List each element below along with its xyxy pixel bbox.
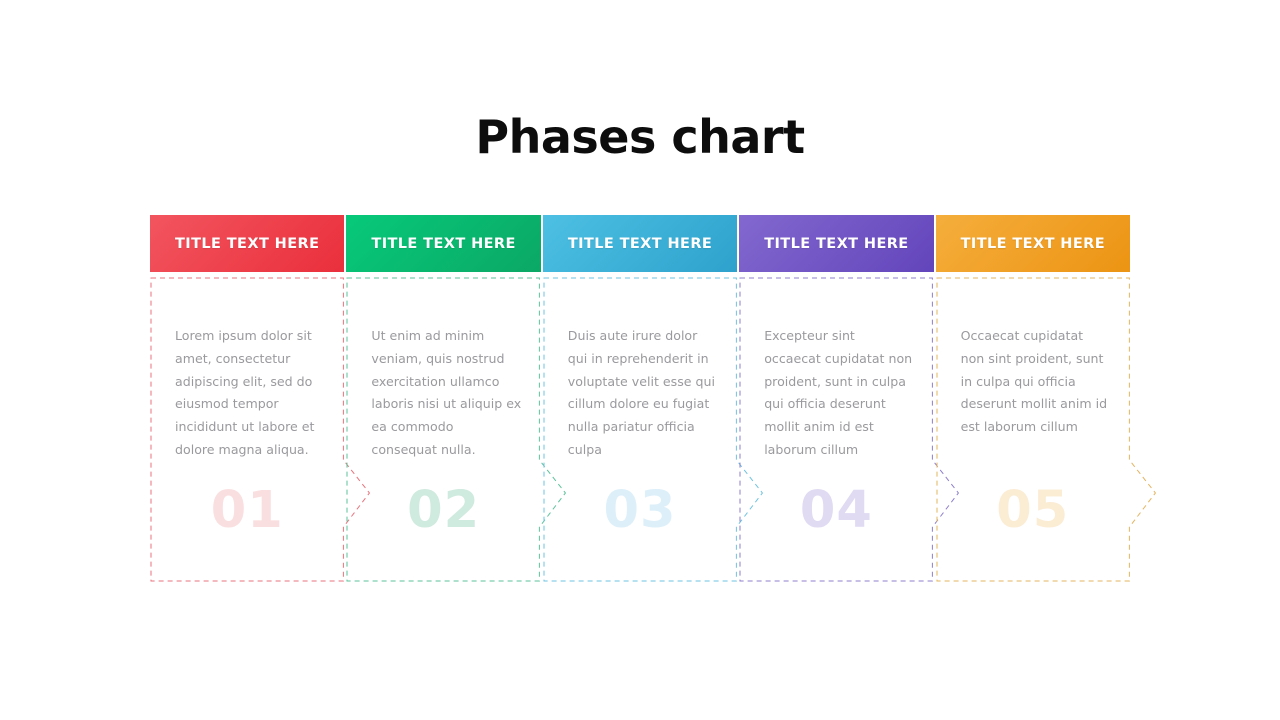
phase-panel-1[interactable]: Lorem ipsum dolor sit amet, consectetur … <box>150 277 371 582</box>
page-title: Phases chart <box>475 110 805 164</box>
phase-body-text: Ut enim ad minim veniam, quis nostrud ex… <box>371 328 522 457</box>
phase-header-2[interactable]: TITLE TEXT HERE <box>346 215 541 272</box>
phase-header-label: TITLE TEXT HERE <box>371 235 516 252</box>
phase-body-text: Lorem ipsum dolor sit amet, consectetur … <box>175 328 315 457</box>
phase-number-3: 03 <box>603 481 677 540</box>
phase-header-label: TITLE TEXT HERE <box>175 235 320 252</box>
phase-header-3[interactable]: TITLE TEXT HERE <box>542 215 738 272</box>
phase-body-text: Occaecat cupidatat non sint proident, su… <box>960 328 1108 435</box>
phase-body-text: Duis aute irure dolor qui in reprehender… <box>567 328 716 457</box>
phase-body-row: Lorem ipsum dolor sit amet, consectetur … <box>150 277 1156 582</box>
phase-panel-5[interactable]: Occaecat cupidatat non sint proident, su… <box>936 277 1156 582</box>
phase-header-label: TITLE TEXT HERE <box>960 235 1106 252</box>
phase-header-1[interactable]: TITLE TEXT HERE <box>150 215 345 272</box>
phase-header-row: TITLE TEXT HERE TITLE TEXT HERE TITLE TEXT… <box>150 215 1131 272</box>
phase-header-label: TITLE TEXT HERE <box>764 235 909 252</box>
phase-panel-4[interactable]: Excepteur sint occaecat cupidatat non pr… <box>739 277 960 582</box>
phase-header-4[interactable]: TITLE TEXT HERE <box>739 215 934 272</box>
phase-number-4: 04 <box>799 481 873 540</box>
slide-canvas: Phases chart TITLE TEXT HERE TITLE TEXT H… <box>0 0 1280 720</box>
phase-header-label: TITLE TEXT HERE <box>567 235 713 252</box>
phase-panel-3[interactable]: Duis aute irure dolor qui in reprehender… <box>543 277 763 582</box>
phases-chart: TITLE TEXT HERE TITLE TEXT HERE TITLE TEXT… <box>150 215 1156 582</box>
phase-panel-2[interactable]: Ut enim ad minim veniam, quis nostrud ex… <box>346 277 567 582</box>
phase-number-1: 01 <box>210 481 284 540</box>
phase-number-2: 02 <box>407 481 481 540</box>
phase-number-5: 05 <box>996 481 1070 540</box>
phase-body-text: Excepteur sint occaecat cupidatat non pr… <box>764 328 913 457</box>
phase-header-5[interactable]: TITLE TEXT HERE <box>935 215 1131 272</box>
